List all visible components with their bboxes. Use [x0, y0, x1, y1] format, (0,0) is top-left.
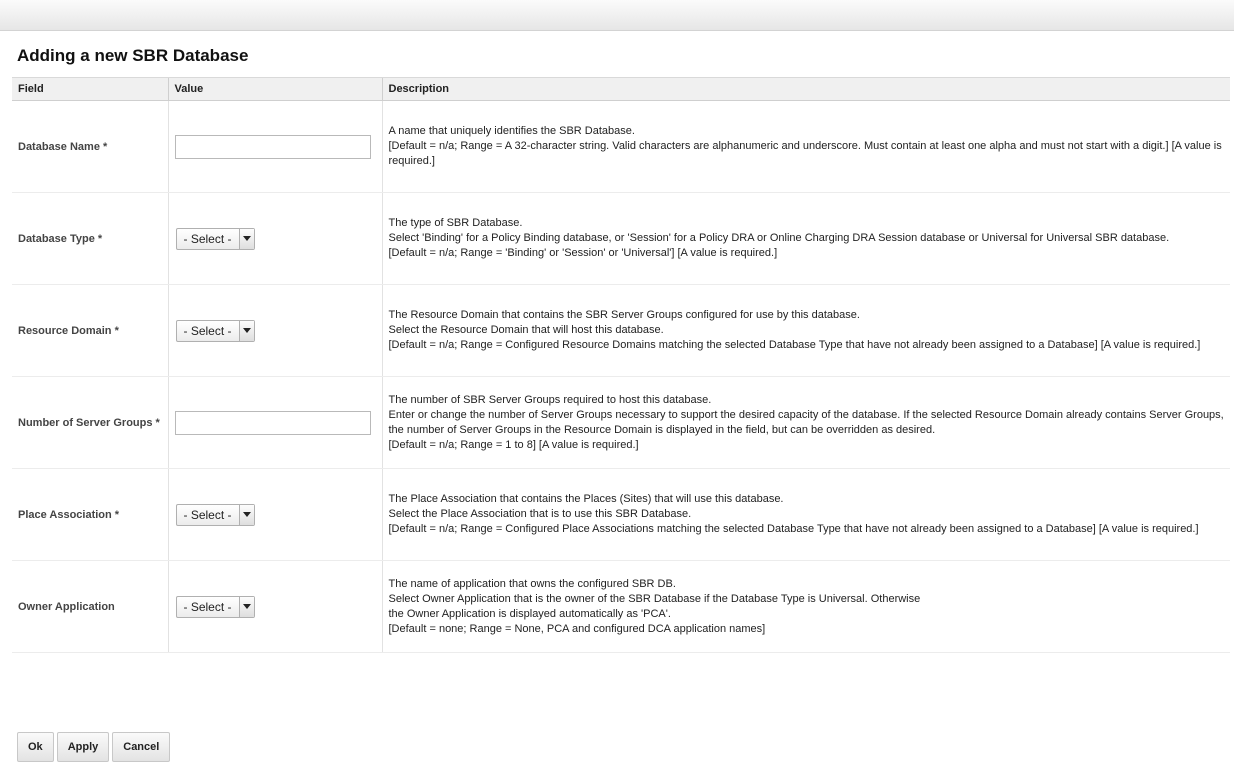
apply-button[interactable]: Apply [56, 732, 110, 762]
description-line: [Default = n/a; Range = A 32-character s… [388, 140, 1222, 167]
description-line: Enter or change the number of Server Gro… [388, 408, 1224, 436]
description-number-of-server-groups: The number of SBR Server Groups required… [381, 376, 1230, 469]
description-line: [Default = n/a; Range = 'Binding' or 'Se… [388, 247, 778, 259]
table-row-owner-application: Owner Application - Select - The name of… [12, 560, 1230, 653]
description-line: Select Owner Application that is the own… [388, 592, 921, 605]
table-row-database-type: Database Type * - Select - The type of S… [12, 192, 1230, 285]
value-cell-database-name [167, 100, 382, 193]
chevron-down-icon[interactable] [238, 596, 254, 617]
owner-application-select[interactable]: - Select - [175, 595, 255, 618]
description-line: [Default = n/a; Range = 1 to 8] [A value… [388, 438, 639, 451]
description-line: [Default = n/a; Range = Configured Place… [388, 523, 1199, 535]
column-header-field: Field [12, 77, 168, 101]
field-label-resource-domain: Resource Domain * [12, 284, 168, 377]
description-database-name: A name that uniquely identifies the SBR … [381, 100, 1230, 193]
field-label-place-association: Place Association * [12, 468, 168, 561]
select-value: - Select - [183, 507, 232, 522]
description-line: Select the Resource Domain that will hos… [388, 324, 664, 336]
chevron-down-icon[interactable] [238, 228, 254, 249]
top-banner [0, 0, 1234, 31]
field-label-database-type: Database Type * [12, 192, 168, 285]
value-cell-place-association: - Select - [167, 468, 382, 561]
sbr-database-form-table: Field Value Description Database Name * … [12, 77, 1230, 653]
place-association-select[interactable]: - Select - [175, 503, 255, 526]
column-header-description: Description [381, 77, 1230, 101]
description-line: A name that uniquely identifies the SBR … [388, 125, 635, 137]
database-name-input[interactable] [174, 134, 371, 159]
column-header-value: Value [167, 77, 382, 101]
form-button-bar: Ok Apply Cancel [17, 732, 171, 762]
description-resource-domain: The Resource Domain that contains the SB… [381, 284, 1230, 377]
value-cell-number-of-server-groups [167, 376, 382, 469]
table-row-number-of-server-groups: Number of Server Groups * The number of … [12, 376, 1230, 469]
value-cell-owner-application: - Select - [167, 560, 382, 653]
field-label-owner-application: Owner Application [12, 560, 168, 653]
table-header-row: Field Value Description [12, 77, 1230, 101]
description-line: The Resource Domain that contains the SB… [388, 309, 860, 321]
value-cell-database-type: - Select - [167, 192, 382, 285]
value-cell-resource-domain: - Select - [167, 284, 382, 377]
table-row-resource-domain: Resource Domain * - Select - The Resourc… [12, 284, 1230, 377]
chevron-down-icon[interactable] [238, 504, 254, 525]
description-owner-application: The name of application that owns the co… [381, 560, 1230, 653]
description-line: The name of application that owns the co… [388, 577, 676, 590]
description-line: The type of SBR Database. [388, 217, 523, 229]
select-value: - Select - [183, 231, 232, 246]
description-line: [Default = n/a; Range = Configured Resou… [388, 339, 1201, 351]
description-line: Select the Place Association that is to … [388, 508, 692, 520]
database-type-select[interactable]: - Select - [175, 227, 255, 250]
ok-button[interactable]: Ok [17, 732, 54, 762]
description-line: Select 'Binding' for a Policy Binding da… [388, 232, 1170, 244]
description-line: [Default = none; Range = None, PCA and c… [388, 622, 766, 635]
page-title: Adding a new SBR Database [17, 46, 249, 65]
description-line: the Owner Application is displayed autom… [388, 607, 671, 620]
table-row-database-name: Database Name * A name that uniquely ide… [12, 100, 1230, 193]
cancel-button[interactable]: Cancel [112, 732, 171, 762]
table-row-place-association: Place Association * - Select - The Place… [12, 468, 1230, 561]
number-of-server-groups-input[interactable] [174, 410, 371, 435]
select-value: - Select - [183, 323, 232, 338]
description-place-association: The Place Association that contains the … [381, 468, 1230, 561]
field-label-number-of-server-groups: Number of Server Groups * [12, 376, 168, 469]
select-value: - Select - [183, 599, 232, 614]
chevron-down-icon[interactable] [238, 320, 254, 341]
field-label-database-name: Database Name * [12, 100, 168, 193]
description-database-type: The type of SBR Database. Select 'Bindin… [381, 192, 1230, 285]
description-line: The number of SBR Server Groups required… [388, 393, 712, 406]
description-line: The Place Association that contains the … [388, 493, 784, 505]
resource-domain-select[interactable]: - Select - [175, 319, 255, 342]
